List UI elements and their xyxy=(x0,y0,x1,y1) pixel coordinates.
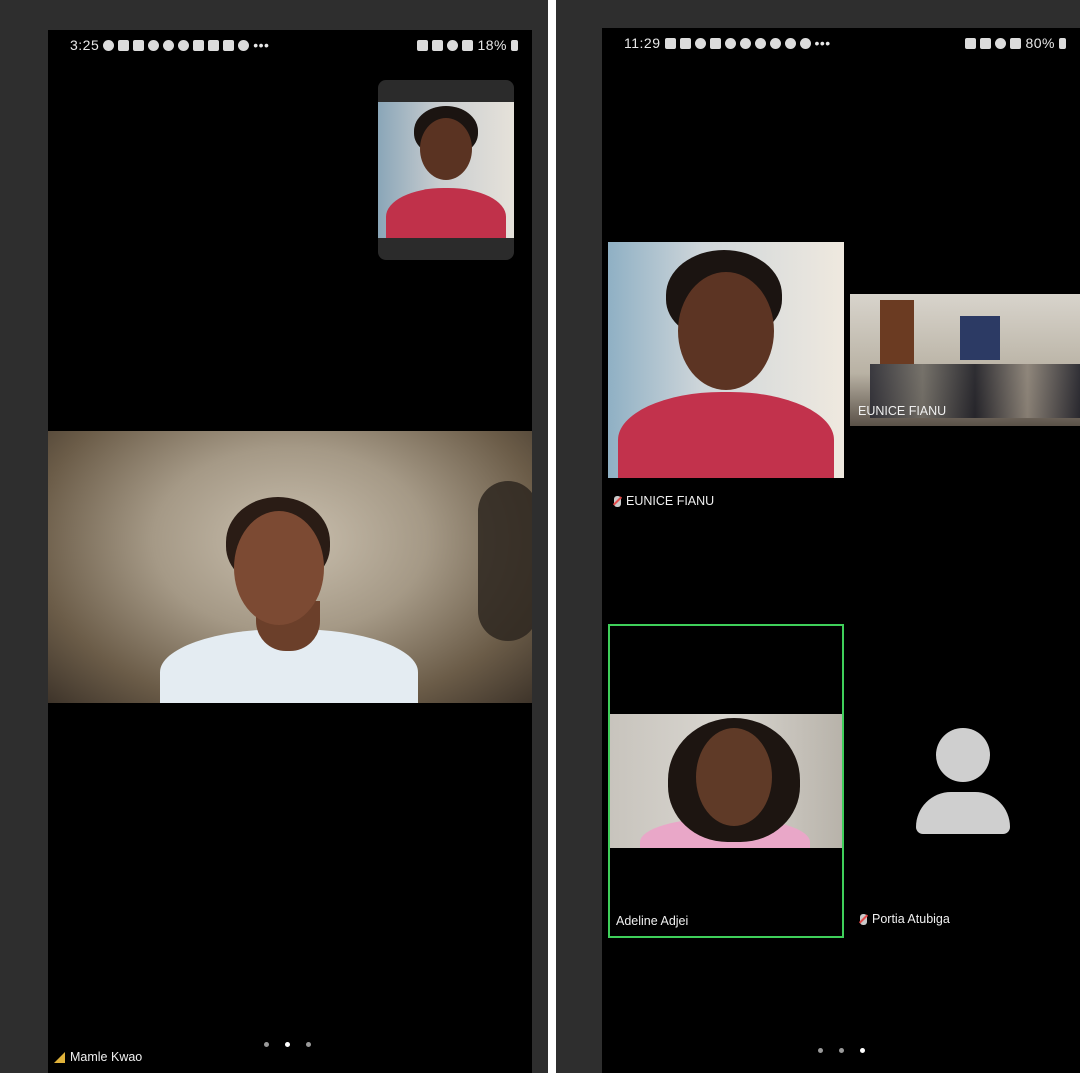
participant-tile-adeline[interactable]: Adeline Adjei xyxy=(608,624,844,938)
avatar-placeholder-icon xyxy=(936,728,990,782)
mail-icon xyxy=(193,39,205,51)
participant-tile-room[interactable]: EUNICE FIANU xyxy=(850,294,1080,426)
participant-tile-portia[interactable]: Portia Atubiga xyxy=(850,624,1080,938)
battery-icon xyxy=(1059,37,1066,49)
app-icon xyxy=(133,39,145,51)
participant-name: EUNICE FIANU xyxy=(858,404,947,418)
right-screenshot-frame: 11:29 ••• 80% EUNICE FIANU EUNICE FIANU … xyxy=(556,0,1080,1073)
status-bar: 3:25 ••• 18% xyxy=(48,30,532,60)
participant-figure xyxy=(48,431,532,703)
speaker-name-label: Mamle Kwao xyxy=(54,1050,142,1064)
page-indicator[interactable] xyxy=(818,1048,865,1053)
app-icon xyxy=(754,37,766,49)
battery-percent: 80% xyxy=(1025,35,1055,51)
battery-icon xyxy=(511,39,518,51)
participant-name: Adeline Adjei xyxy=(616,914,689,928)
app-icon xyxy=(238,39,250,51)
status-bar: 11:29 ••• 80% xyxy=(602,28,1080,58)
room-window xyxy=(880,300,914,364)
signal-icon xyxy=(462,39,474,51)
nfc-icon xyxy=(417,39,429,51)
app-icon xyxy=(208,39,220,51)
mail-icon xyxy=(223,39,235,51)
app-icon xyxy=(709,37,721,49)
participant-name: EUNICE FIANU xyxy=(626,494,715,508)
page-dot[interactable] xyxy=(264,1042,269,1047)
battery-percent: 18% xyxy=(477,37,507,53)
participant-label: EUNICE FIANU xyxy=(858,404,946,418)
right-phone-screen: 11:29 ••• 80% EUNICE FIANU EUNICE FIANU … xyxy=(602,28,1080,1073)
left-phone-screen: 3:25 ••• 18% Mamle Kwao xyxy=(48,30,532,1073)
pinterest-icon xyxy=(739,37,751,49)
participant-label: Adeline Adjei xyxy=(616,914,688,928)
nfc-icon xyxy=(965,37,977,49)
page-dot[interactable] xyxy=(306,1042,311,1047)
participant-name: Portia Atubiga xyxy=(872,912,950,926)
more-notifications-icon: ••• xyxy=(814,35,831,51)
signal-icon xyxy=(1010,37,1022,49)
participant-label: EUNICE FIANU xyxy=(614,494,714,508)
avatar-placeholder-body xyxy=(916,792,1010,834)
app-icon xyxy=(163,39,175,51)
app-icon xyxy=(769,37,781,49)
mic-muted-icon xyxy=(614,495,621,507)
signal-strength-icon xyxy=(54,1051,65,1063)
room-board xyxy=(960,316,1000,360)
alarm-icon xyxy=(447,39,459,51)
mic-muted-icon xyxy=(860,913,867,925)
status-time: 3:25 xyxy=(70,37,100,53)
speaker-name: Mamle Kwao xyxy=(70,1050,143,1064)
active-speaker-video[interactable] xyxy=(48,431,532,703)
participant-figure xyxy=(610,714,842,848)
facebook-icon xyxy=(724,37,736,49)
app-icon xyxy=(679,37,691,49)
participant-tile-eunice[interactable] xyxy=(608,242,844,478)
messenger-icon xyxy=(694,37,706,49)
app-icon xyxy=(799,37,811,49)
facebook-icon xyxy=(148,39,160,51)
mute-icon xyxy=(432,39,444,51)
page-dot[interactable] xyxy=(818,1048,823,1053)
self-view-video xyxy=(378,102,514,238)
page-dot-active[interactable] xyxy=(860,1048,865,1053)
participant-label: Portia Atubiga xyxy=(860,912,950,926)
left-screenshot-frame: 3:25 ••• 18% Mamle Kwao xyxy=(0,0,548,1073)
mute-icon xyxy=(980,37,992,49)
page-dot-active[interactable] xyxy=(285,1042,290,1047)
telegram-icon xyxy=(664,37,676,49)
pinterest-icon xyxy=(178,39,190,51)
status-time: 11:29 xyxy=(624,35,661,51)
alarm-icon xyxy=(995,37,1007,49)
self-view-thumbnail[interactable] xyxy=(378,80,514,260)
page-indicator[interactable] xyxy=(264,1042,311,1047)
page-dot[interactable] xyxy=(839,1048,844,1053)
participant-figure xyxy=(378,102,514,238)
app-icon xyxy=(784,37,796,49)
participant-video xyxy=(610,714,842,848)
participant-figure xyxy=(608,242,844,478)
telegram-icon xyxy=(118,39,130,51)
more-notifications-icon: ••• xyxy=(253,37,270,53)
whatsapp-icon xyxy=(103,39,115,51)
